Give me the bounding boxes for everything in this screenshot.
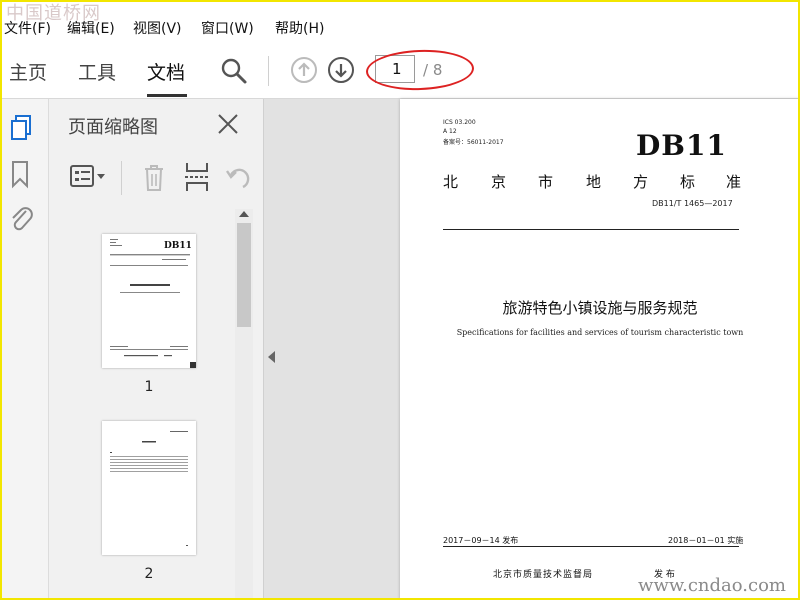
pages-icon[interactable] <box>8 113 36 143</box>
toolbar-divider <box>268 56 269 86</box>
tab-home[interactable]: 主页 <box>9 58 47 85</box>
thumbnail-page-1[interactable]: DB11 <box>102 234 196 368</box>
collapse-panel-icon[interactable] <box>268 351 275 363</box>
record-number: 备案号：56011-2017 <box>443 139 504 146</box>
ics-code: ICS 03.200 <box>443 119 476 126</box>
options-icon[interactable] <box>69 163 109 191</box>
next-page-icon[interactable] <box>327 56 355 84</box>
page-2-preview <box>110 431 188 546</box>
watermark-top-left: 中国道桥网 <box>6 3 101 24</box>
footer-rule <box>443 546 739 547</box>
close-icon[interactable] <box>216 112 240 136</box>
toolbar: 主页 工具 文档 1 / 8 <box>0 44 800 99</box>
undo-icon[interactable] <box>223 163 253 193</box>
prev-page-icon[interactable] <box>290 56 318 84</box>
svg-text:DB11: DB11 <box>164 241 192 251</box>
issue-date: 2017－09－14 发布 <box>443 536 519 545</box>
scroll-up-icon[interactable] <box>239 211 249 217</box>
insert-icon[interactable] <box>183 161 211 193</box>
search-icon[interactable] <box>220 57 248 85</box>
navigation-rail <box>0 99 49 600</box>
thumbnail-scrollbar[interactable] <box>235 209 253 600</box>
region-char-4: 地 <box>586 173 602 191</box>
region-char-5: 方 <box>633 173 649 191</box>
thumbnail-label-1: 1 <box>144 379 154 395</box>
menu-help[interactable]: 帮助(H) <box>275 18 324 38</box>
panel-title: 页面缩略图 <box>68 117 158 138</box>
header-rule <box>443 229 739 230</box>
scrollbar-thumb[interactable] <box>237 223 251 327</box>
region-char-6: 标 <box>680 173 696 191</box>
menu-window[interactable]: 窗口(W) <box>201 18 254 38</box>
thumbnail-list: DB11 1 2 <box>49 207 235 600</box>
thumbnail-page-2[interactable] <box>102 421 196 555</box>
issuer: 北京市质量技术监督局 <box>493 570 594 580</box>
tools-divider <box>121 161 122 195</box>
document-title: 旅游特色小镇设施与服务规范 <box>502 299 698 317</box>
region-char-1: 北 <box>443 173 459 191</box>
attachment-icon[interactable] <box>8 203 34 233</box>
watermark-bottom-right: www.cndao.com <box>638 575 786 596</box>
thumbnail-panel: 页面缩略图 DB11 1 2 <box>49 99 264 600</box>
menu-bar: 文件(F) 编辑(E) 视图(V) 窗口(W) 帮助(H) <box>0 16 800 40</box>
region-char-7: 准 <box>726 173 742 191</box>
standard-code: DB11 <box>636 129 727 162</box>
implement-date: 2018－01－01 实施 <box>668 536 744 545</box>
document-page: ICS 03.200 A 12 备案号：56011-2017 DB11 北 京 … <box>400 99 800 600</box>
menu-view[interactable]: 视图(V) <box>133 18 182 38</box>
tab-document[interactable]: 文档 <box>147 58 185 85</box>
region-char-2: 京 <box>491 173 507 191</box>
thumbnail-toolbar <box>49 151 263 205</box>
document-subtitle: Specifications for facilities and servic… <box>456 328 744 337</box>
region-char-3: 市 <box>538 173 554 191</box>
bookmark-icon[interactable] <box>8 159 32 189</box>
page-1-preview: DB11 <box>110 239 196 368</box>
delete-icon[interactable] <box>141 163 167 193</box>
standard-number: DB11/T 1465—2017 <box>652 199 733 208</box>
active-tab-indicator <box>147 94 187 97</box>
tab-tools[interactable]: 工具 <box>78 58 116 85</box>
document-viewer: ICS 03.200 A 12 备案号：56011-2017 DB11 北 京 … <box>264 99 800 600</box>
thumbnail-label-2: 2 <box>144 566 154 582</box>
classification-code: A 12 <box>443 128 457 135</box>
